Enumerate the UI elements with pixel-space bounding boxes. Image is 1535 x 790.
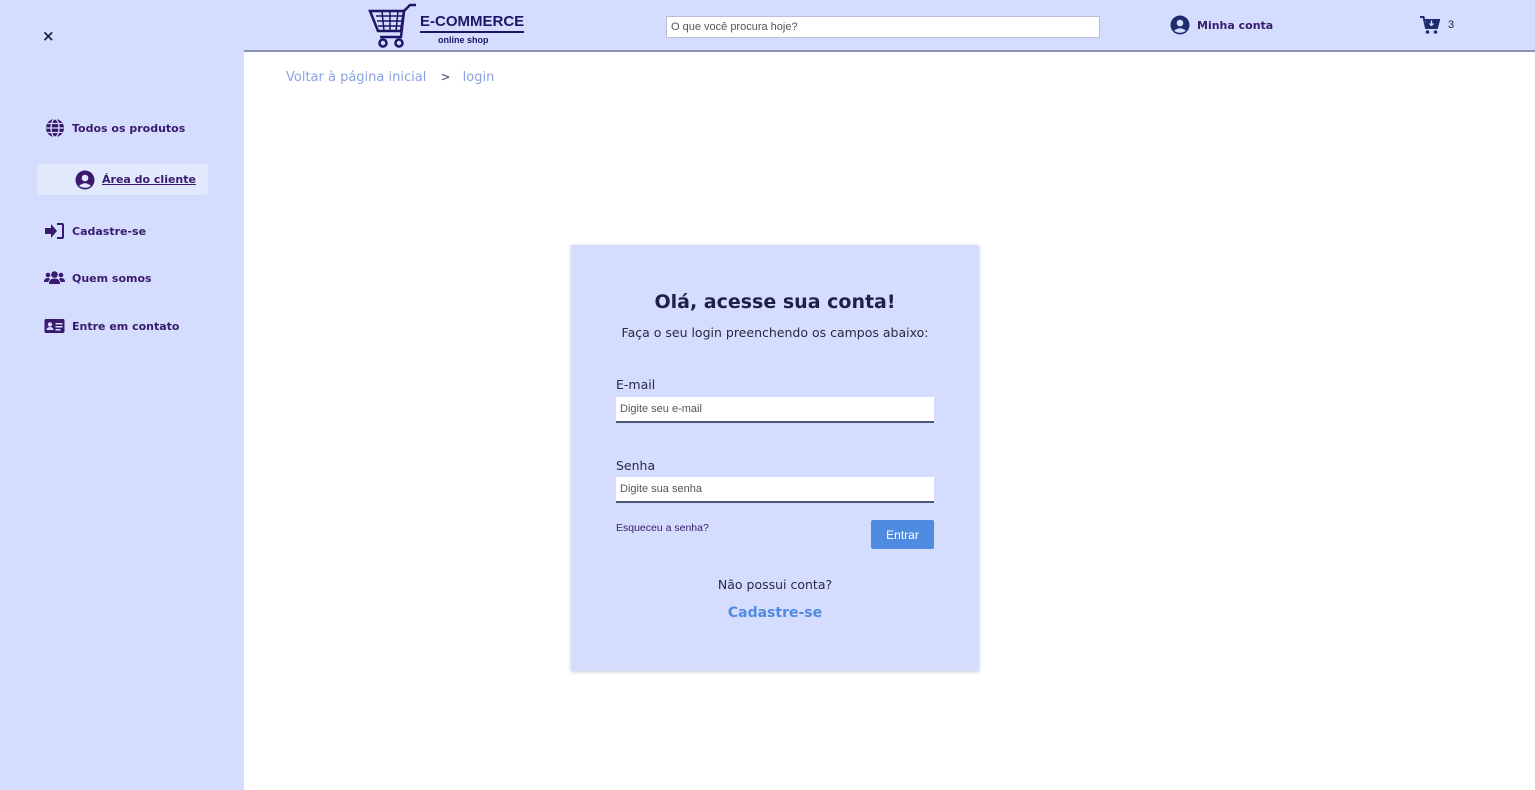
sidebar-item-label: Cadastre-se	[72, 224, 147, 238]
sidebar-item-customer-area[interactable]: Área do cliente	[37, 164, 208, 195]
register-link[interactable]: Cadastre-se	[571, 605, 979, 621]
sidebar-item-label: Quem somos	[72, 271, 152, 285]
login-subtitle: Faça o seu login preenchendo os campos a…	[621, 325, 929, 340]
cart-button[interactable]: 3	[1420, 15, 1454, 35]
globe-icon	[44, 118, 65, 139]
password-label: Senha	[616, 458, 656, 473]
close-sidebar-button[interactable]: ×	[42, 28, 56, 44]
logo-title: E-COMMERCE	[420, 13, 525, 30]
login-title: Olá, acesse sua conta!	[654, 291, 896, 313]
logo[interactable]: E-COMMERCE online shop	[368, 3, 528, 51]
email-field[interactable]	[616, 397, 934, 423]
no-account-text: Não possui conta?	[717, 577, 833, 592]
logo-subtitle: online shop	[438, 35, 489, 45]
sidebar-item-contact[interactable]: Entre em contato	[44, 314, 179, 338]
sidebar: × Todos os produtos Área do cliente Cada…	[0, 0, 244, 790]
enter-button[interactable]: Entrar	[871, 520, 934, 549]
logo-underline	[420, 31, 524, 33]
email-label: E-mail	[616, 377, 656, 392]
cart-count: 3	[1448, 19, 1455, 31]
user-circle-icon	[74, 169, 95, 190]
sidebar-item-label: Área do cliente	[102, 173, 196, 186]
users-icon	[44, 268, 65, 289]
sidebar-item-register[interactable]: Cadastre-se	[44, 219, 146, 243]
my-account-label: Minha conta	[1197, 18, 1274, 32]
sidebar-item-all-products[interactable]: Todos os produtos	[44, 116, 185, 140]
shopping-cart-logo-icon	[368, 3, 416, 48]
breadcrumb: Voltar à página inicial > login	[286, 70, 494, 85]
breadcrumb-home-link[interactable]: Voltar à página inicial	[286, 70, 426, 85]
user-circle-icon	[1170, 15, 1190, 35]
my-account-link[interactable]: Minha conta	[1170, 15, 1273, 35]
search-input[interactable]	[666, 16, 1100, 38]
breadcrumb-separator: >	[440, 70, 451, 84]
address-card-icon	[44, 316, 65, 337]
cart-icon	[1420, 15, 1441, 35]
password-field[interactable]	[616, 477, 934, 503]
breadcrumb-current: login	[462, 70, 495, 85]
sign-in-icon	[44, 221, 65, 242]
sidebar-item-label: Entre em contato	[72, 319, 180, 333]
sidebar-item-about[interactable]: Quem somos	[44, 266, 152, 290]
sidebar-item-label: Todos os produtos	[72, 121, 186, 135]
forgot-password-link[interactable]: Esqueceu a senha?	[616, 522, 709, 534]
header: E-COMMERCE online shop Minha conta 3	[244, 0, 1535, 52]
login-card: Olá, acesse sua conta! Faça o seu login …	[571, 245, 979, 671]
